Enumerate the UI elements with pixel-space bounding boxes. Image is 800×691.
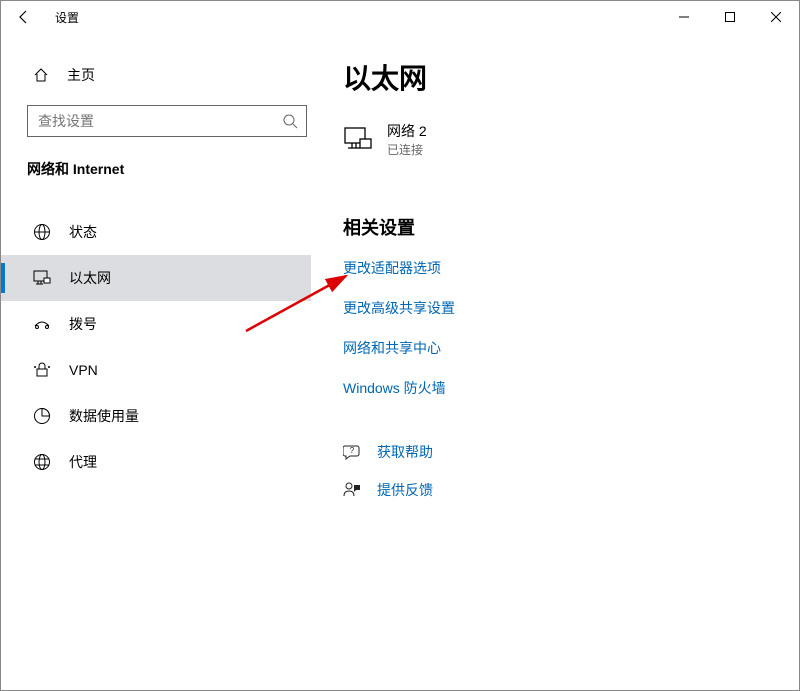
- settings-window: 设置 主页 网络和 Internet: [0, 0, 800, 691]
- nav-label: 以太网: [69, 268, 111, 288]
- home-label: 主页: [67, 65, 95, 85]
- maximize-button[interactable]: [707, 1, 753, 33]
- network-status[interactable]: 网络 2 已连接: [343, 121, 799, 158]
- search-icon: [282, 113, 298, 129]
- link-feedback[interactable]: 提供反馈: [377, 480, 433, 500]
- feedback-icon: [343, 481, 361, 499]
- dialup-icon: [33, 315, 51, 333]
- nav-item-data-usage[interactable]: 数据使用量: [1, 393, 311, 439]
- related-settings-title: 相关设置: [343, 214, 799, 240]
- get-help-row[interactable]: ? 获取帮助: [343, 442, 799, 462]
- window-controls: [661, 1, 799, 33]
- svg-text:?: ?: [350, 446, 355, 455]
- close-icon: [771, 12, 781, 22]
- nav-label: 代理: [69, 452, 97, 472]
- nav-label: VPN: [69, 362, 98, 378]
- back-button[interactable]: [1, 1, 47, 33]
- link-windows-firewall[interactable]: Windows 防火墙: [343, 378, 799, 398]
- nav-item-vpn[interactable]: VPN: [1, 347, 311, 393]
- link-advanced-sharing[interactable]: 更改高级共享设置: [343, 298, 799, 318]
- data-usage-icon: [33, 407, 51, 425]
- network-icon: [343, 125, 373, 155]
- search-box[interactable]: [27, 105, 307, 137]
- link-network-sharing-center[interactable]: 网络和共享中心: [343, 338, 799, 358]
- close-button[interactable]: [753, 1, 799, 33]
- titlebar: 设置: [1, 1, 799, 33]
- network-connected-status: 已连接: [387, 141, 427, 158]
- nav-label: 状态: [69, 222, 97, 242]
- proxy-icon: [33, 453, 51, 471]
- nav-label: 数据使用量: [69, 406, 139, 426]
- maximize-icon: [725, 12, 735, 22]
- nav-list: 状态 以太网 拨号 VPN 数据使用量: [1, 209, 311, 485]
- network-name: 网络 2: [387, 121, 427, 141]
- minimize-button[interactable]: [661, 1, 707, 33]
- ethernet-monitor-icon: [343, 125, 373, 155]
- sidebar: 主页 网络和 Internet 状态 以太网 拨号: [1, 33, 311, 690]
- nav-item-status[interactable]: 状态: [1, 209, 311, 255]
- sidebar-section-title: 网络和 Internet: [19, 159, 311, 179]
- window-title: 设置: [55, 9, 79, 26]
- ethernet-icon: [33, 269, 51, 287]
- link-get-help[interactable]: 获取帮助: [377, 442, 433, 462]
- nav-item-dialup[interactable]: 拨号: [1, 301, 311, 347]
- nav-label: 拨号: [69, 314, 97, 334]
- related-links: 更改适配器选项 更改高级共享设置 网络和共享中心 Windows 防火墙: [343, 258, 799, 398]
- minimize-icon: [679, 12, 689, 22]
- home-link[interactable]: 主页: [19, 57, 311, 93]
- globe-icon: [33, 223, 51, 241]
- nav-item-ethernet[interactable]: 以太网: [1, 255, 311, 301]
- content-area: 主页 网络和 Internet 状态 以太网 拨号: [1, 33, 799, 690]
- home-icon: [33, 67, 49, 83]
- vpn-icon: [33, 361, 51, 379]
- feedback-row[interactable]: 提供反馈: [343, 480, 799, 500]
- nav-item-proxy[interactable]: 代理: [1, 439, 311, 485]
- link-adapter-options[interactable]: 更改适配器选项: [343, 258, 799, 278]
- search-input[interactable]: [28, 113, 306, 129]
- back-arrow-icon: [16, 9, 32, 25]
- main-panel: 以太网 网络 2 已连接 相关设置 更改适配器选项 更改高级共享设置 网络和共享…: [311, 33, 799, 690]
- page-title: 以太网: [343, 57, 799, 97]
- network-text: 网络 2 已连接: [387, 121, 427, 158]
- help-icon: ?: [343, 443, 361, 461]
